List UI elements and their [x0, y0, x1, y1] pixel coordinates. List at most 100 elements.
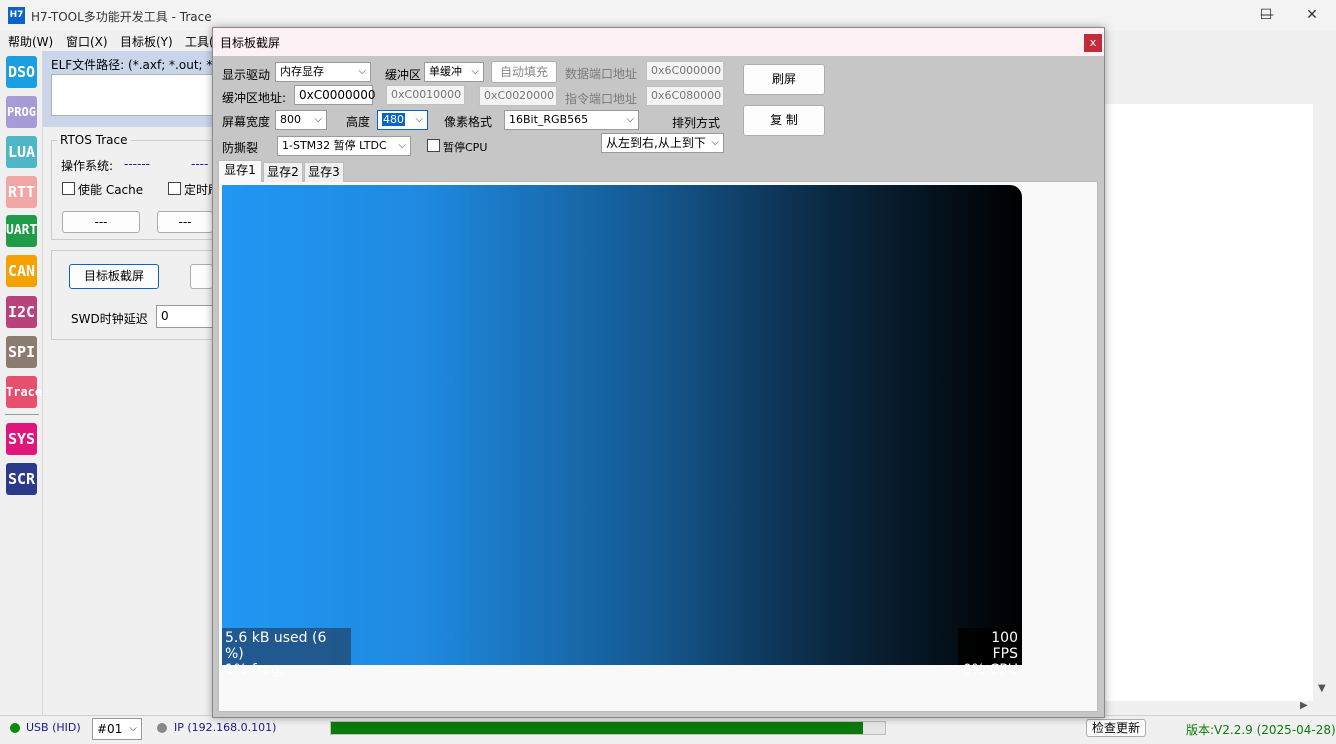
chevron-down-icon: ⌵	[129, 723, 137, 734]
buffer-label: 缓冲区	[385, 68, 422, 82]
device-select-value: #01	[97, 722, 123, 736]
sidebar-sys[interactable]: SYS	[6, 423, 37, 455]
command-port-label: 指令端口地址	[565, 92, 638, 106]
os-value: ------	[124, 157, 150, 171]
display-driver-select[interactable]: 内存显存 ⌵	[275, 62, 371, 82]
screenshot-extra-button[interactable]	[190, 264, 213, 289]
buffer-value: 单缓冲	[429, 65, 462, 78]
display-driver-value: 内存显存	[280, 65, 324, 78]
memory-used-text: 5.6 kB used (6 %)	[225, 630, 327, 662]
chevron-down-icon: ⌵	[471, 66, 479, 77]
tab-framebuffer-1[interactable]: 显存1	[218, 160, 262, 182]
order-label: 排列方式	[672, 116, 721, 130]
memory-monitor-overlay: 5.6 kB used (6 %) 1% frag.	[222, 628, 351, 678]
sidebar-trace[interactable]: Trace	[6, 376, 42, 408]
order-select[interactable]: 从左到右,从上到下 ⌵	[601, 133, 724, 153]
screen-width-label: 屏幕宽度	[222, 115, 271, 129]
height-value: 480	[382, 113, 405, 126]
anti-tear-value: 1-STM32 暂停 LTDC	[282, 139, 387, 152]
tab-framebuffer-2[interactable]: 显存2	[263, 162, 303, 182]
sidebar-spi[interactable]: SPI	[6, 336, 37, 368]
data-port-input[interactable]: 0x6C000000	[646, 61, 724, 81]
device-select[interactable]: #01 ⌵	[92, 718, 142, 740]
data-port-label: 数据端口地址	[565, 67, 638, 81]
chevron-down-icon: ⌵	[314, 114, 322, 125]
display-driver-label: 显示驱动	[222, 68, 271, 82]
screen-width-value: 800	[280, 113, 301, 126]
swd-delay-label: SWD时钟延迟	[71, 312, 148, 326]
command-port-input[interactable]: 0x6C080000	[646, 86, 724, 106]
maximize-button[interactable]: ☐	[1243, 0, 1289, 31]
sidebar-uart[interactable]: UART	[6, 215, 37, 247]
pause-cpu-label: 暂停CPU	[443, 141, 488, 154]
ip-status-icon	[157, 723, 167, 733]
sidebar-lua[interactable]: LUA	[6, 136, 37, 168]
tab-framebuffer-3[interactable]: 显存3	[304, 162, 344, 182]
fps-text: 100 FPS	[991, 630, 1018, 662]
close-button[interactable]: ✕	[1289, 0, 1335, 31]
scroll-right-arrow-icon[interactable]: ▶	[1300, 700, 1308, 711]
dialog-title: 目标板截屏	[220, 36, 281, 50]
menu-target-board[interactable]: 目标板(Y)	[120, 33, 173, 50]
enable-cache-checkbox[interactable]	[62, 182, 75, 195]
dialog-close-button[interactable]: x	[1084, 34, 1102, 52]
menu-window[interactable]: 窗口(X)	[66, 33, 108, 50]
order-value: 从左到右,从上到下	[606, 136, 706, 150]
version-label: 版本:V2.2.9 (2025-04-28)	[1186, 723, 1336, 737]
swd-delay-input[interactable]: 0	[156, 305, 213, 328]
pixel-format-label: 像素格式	[444, 115, 493, 129]
os-value-2: ----	[191, 157, 209, 171]
rtos-button-1[interactable]: ---	[62, 211, 140, 233]
progress-bar	[330, 721, 886, 735]
chevron-down-icon: ⌵	[415, 114, 423, 125]
anti-tear-label: 防撕裂	[222, 141, 259, 155]
elf-path-label: ELF文件路径: (*.axf; *.out; *.e	[51, 58, 224, 72]
fragmentation-text: 1% frag.	[225, 662, 285, 678]
chevron-down-icon: ⌵	[711, 137, 719, 148]
rtos-button-2[interactable]: ---	[157, 211, 213, 233]
sidebar-divider	[5, 414, 39, 415]
height-label: 高度	[346, 115, 371, 129]
timer-refresh-checkbox[interactable]	[168, 182, 181, 195]
refresh-button[interactable]: 刷屏	[743, 64, 825, 95]
sidebar-can[interactable]: CAN	[6, 255, 37, 287]
elf-path-input[interactable]	[51, 74, 213, 116]
buffer-address-label: 缓冲区地址:	[222, 91, 287, 105]
enable-cache-label: 使能 Cache	[78, 183, 144, 197]
sidebar-dso[interactable]: DSO	[6, 56, 37, 88]
usb-status-label: USB (HID)	[26, 721, 81, 734]
auto-fill-button[interactable]: 自动填充	[491, 61, 557, 83]
sidebar-prog[interactable]: PROG	[6, 96, 37, 128]
window-title: H7-TOOL多功能开发工具 - Trace	[31, 10, 212, 24]
buffer-address-3[interactable]: 0xC0020000	[479, 86, 557, 106]
sidebar-scr[interactable]: SCR	[6, 463, 37, 495]
check-update-button[interactable]: 检查更新	[1086, 719, 1146, 737]
os-label: 操作系统:	[61, 159, 114, 173]
screen-width-select[interactable]: 800 ⌵	[275, 110, 327, 130]
right-output-area	[1105, 104, 1313, 701]
height-select[interactable]: 480 ⌵	[377, 110, 428, 130]
rtos-trace-title: RTOS Trace	[57, 133, 131, 147]
chevron-down-icon: ⌵	[626, 114, 634, 125]
sidebar-i2c[interactable]: I2C	[6, 296, 37, 328]
copy-button[interactable]: 复 制	[743, 105, 825, 136]
pause-cpu-checkbox[interactable]	[427, 139, 440, 152]
pixel-format-value: 16Bit_RGB565	[509, 113, 589, 126]
ip-status-label: IP (192.168.0.101)	[174, 721, 277, 734]
cpu-text: 0% CPU	[962, 662, 1018, 678]
buffer-address-1[interactable]: 0xC0000000	[294, 85, 376, 105]
pixel-format-select[interactable]: 16Bit_RGB565 ⌵	[504, 110, 639, 130]
menu-tools[interactable]: 工具(	[185, 33, 214, 50]
dialog-title-bar	[213, 28, 1104, 56]
buffer-address-2[interactable]: 0xC0010000	[386, 85, 465, 105]
anti-tear-select[interactable]: 1-STM32 暂停 LTDC ⌵	[277, 136, 411, 156]
usb-status-icon	[10, 723, 20, 733]
sidebar-rtt[interactable]: RTT	[6, 176, 37, 208]
captured-screen-image	[222, 185, 1022, 665]
scroll-down-arrow-icon[interactable]: ▼	[1318, 683, 1326, 694]
menu-help[interactable]: 帮助(W)	[8, 33, 53, 50]
progress-fill	[331, 722, 863, 734]
buffer-select[interactable]: 单缓冲 ⌵	[424, 62, 484, 82]
app-icon: H7	[8, 7, 25, 24]
target-screenshot-button[interactable]: 目标板截屏	[69, 264, 159, 289]
